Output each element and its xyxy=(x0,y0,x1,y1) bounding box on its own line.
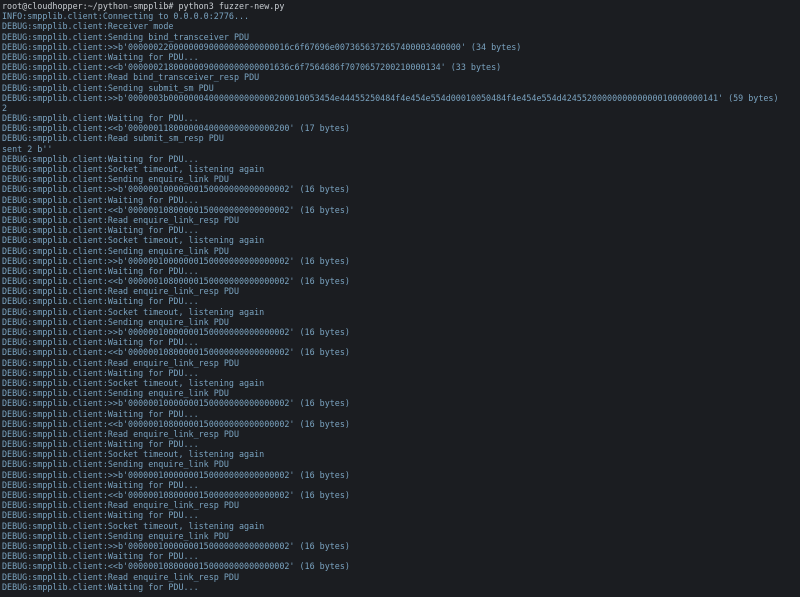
terminal-output-line: DEBUG:smpplib.client:>>b'000000100000001… xyxy=(2,327,350,337)
terminal-output-line: sent 2 b'' xyxy=(2,143,53,154)
terminal-output-line: DEBUG:smpplib.client:>>b'000000100000001… xyxy=(2,540,350,551)
terminal-output-line: DEBUG:smpplib.client:Sending enquire_lin… xyxy=(2,459,229,470)
terminal-output-line: DEBUG:smpplib.client:Sending enquire_lin… xyxy=(2,316,229,327)
terminal-output-line: DEBUG:smpplib.client:>>b'000000220000000… xyxy=(2,41,522,52)
terminal-output-line: DEBUG:smpplib.client:<<b'000000108000001… xyxy=(2,347,350,358)
terminal-output-line: DEBUG:smpplib.client:Receiver mode xyxy=(2,21,174,32)
terminal-output-line: DEBUG:smpplib.client:Waiting for PDU... xyxy=(2,367,199,378)
terminal-output-line: DEBUG:smpplib.client:Waiting for PDU... xyxy=(2,510,199,521)
terminal-output-line: DEBUG:smpplib.client:Waiting for PDU... xyxy=(2,551,199,562)
terminal-output-line: DEBUG:smpplib.client:Socket timeout, lis… xyxy=(2,377,265,388)
terminal-output-line: DEBUG:smpplib.client:Read enquire_link_r… xyxy=(2,286,239,297)
terminal-output-line: DEBUG:smpplib.client:<<b'000000218000000… xyxy=(2,62,502,73)
terminal-output-line: DEBUG:smpplib.client:>>b'000000100000001… xyxy=(2,184,350,195)
terminal-output-line: DEBUG:smpplib.client:Read bind_transceiv… xyxy=(2,72,260,83)
terminal-output-line: DEBUG:smpplib.client:Sending enquire_lin… xyxy=(2,245,229,256)
terminal-output-line: DEBUG:smpplib.client:Waiting for PDU... xyxy=(2,265,199,276)
terminal-output-line: DEBUG:smpplib.client:>>b'000000100000001… xyxy=(2,255,350,266)
terminal-output-line: DEBUG:smpplib.client:<<b'000000108000001… xyxy=(2,490,350,500)
terminal-output-line: DEBUG:smpplib.client:>>b'0000003b0000000… xyxy=(2,92,779,103)
terminal-output-line: DEBUG:smpplib.client:Socket timeout, lis… xyxy=(2,164,265,174)
terminal-output-line: DEBUG:smpplib.client:Waiting for PDU... xyxy=(2,479,199,490)
terminal-output-line: DEBUG:smpplib.client:Read enquire_link_r… xyxy=(2,500,239,511)
terminal-output-line: DEBUG:smpplib.client:Read submit_sm_resp… xyxy=(2,133,224,144)
terminal-output-line: DEBUG:smpplib.client:Read enquire_link_r… xyxy=(2,214,239,225)
terminal-output-line: DEBUG:smpplib.client:Waiting for PDU... xyxy=(2,337,199,348)
terminal-output-line: DEBUG:smpplib.client:Read enquire_link_r… xyxy=(2,357,239,368)
terminal-output-line: INFO:smpplib.client:Connecting to 0.0.0.… xyxy=(2,11,250,22)
terminal-output-line: DEBUG:smpplib.client:Socket timeout, lis… xyxy=(2,449,265,460)
terminal-window[interactable]: root@cloudhopper:~/python-smpplib# pytho… xyxy=(0,0,800,597)
terminal-output-line: DEBUG:smpplib.client:Waiting for PDU... xyxy=(2,296,199,307)
terminal-output-line: DEBUG:smpplib.client:Socket timeout, lis… xyxy=(2,235,265,246)
terminal-output-line: DEBUG:smpplib.client:<<b'000000108000001… xyxy=(2,204,350,215)
terminal-output-line: DEBUG:smpplib.client:Read enquire_link_r… xyxy=(2,571,239,582)
terminal-output-line: DEBUG:smpplib.client:Waiting for PDU... xyxy=(2,113,199,124)
terminal-output-line: DEBUG:smpplib.client:<<b'000000118000000… xyxy=(2,123,350,134)
terminal-output-line: DEBUG:smpplib.client:Sending enquire_lin… xyxy=(2,530,229,541)
terminal-output-line: DEBUG:smpplib.client:<<b'000000108000001… xyxy=(2,561,350,572)
terminal-output-line: DEBUG:smpplib.client:Waiting for PDU... xyxy=(2,51,199,62)
terminal-output-line: DEBUG:smpplib.client:Waiting for PDU... xyxy=(2,439,199,450)
terminal-output-line: DEBUG:smpplib.client:Waiting for PDU... xyxy=(2,153,199,164)
terminal-output-line: DEBUG:smpplib.client:Waiting for PDU... xyxy=(2,194,199,205)
terminal-output-line: DEBUG:smpplib.client:<<b'000000108000001… xyxy=(2,276,350,287)
terminal-output-line: DEBUG:smpplib.client:>>b'000000100000001… xyxy=(2,469,350,480)
terminal-output-line: DEBUG:smpplib.client:Sending enquire_lin… xyxy=(2,174,229,185)
terminal-output-line: DEBUG:smpplib.client:Sending bind_transc… xyxy=(2,31,250,42)
terminal-output-line: DEBUG:smpplib.client:Read enquire_link_r… xyxy=(2,428,239,439)
terminal-output-line: DEBUG:smpplib.client:Sending submit_sm P… xyxy=(2,82,214,93)
terminal-output-line: DEBUG:smpplib.client:Socket timeout, lis… xyxy=(2,306,265,317)
terminal-output-line: DEBUG:smpplib.client:Waiting for PDU... xyxy=(2,408,199,419)
terminal-output-line: DEBUG:smpplib.client:>>b'000000100000001… xyxy=(2,398,350,409)
terminal-output-line: DEBUG:smpplib.client:Waiting for PDU... xyxy=(2,581,199,592)
terminal-output-line: DEBUG:smpplib.client:Socket timeout, lis… xyxy=(2,520,265,531)
terminal-output-line: DEBUG:smpplib.client:<<b'000000108000001… xyxy=(2,418,350,429)
terminal-output-line: 2 xyxy=(2,102,8,113)
shell-prompt-line: root@cloudhopper:~/python-smpplib# pytho… xyxy=(2,1,285,11)
terminal-output-line: DEBUG:smpplib.client:Sending enquire_lin… xyxy=(2,388,229,399)
terminal-output-line: DEBUG:smpplib.client:Waiting for PDU... xyxy=(2,225,199,236)
